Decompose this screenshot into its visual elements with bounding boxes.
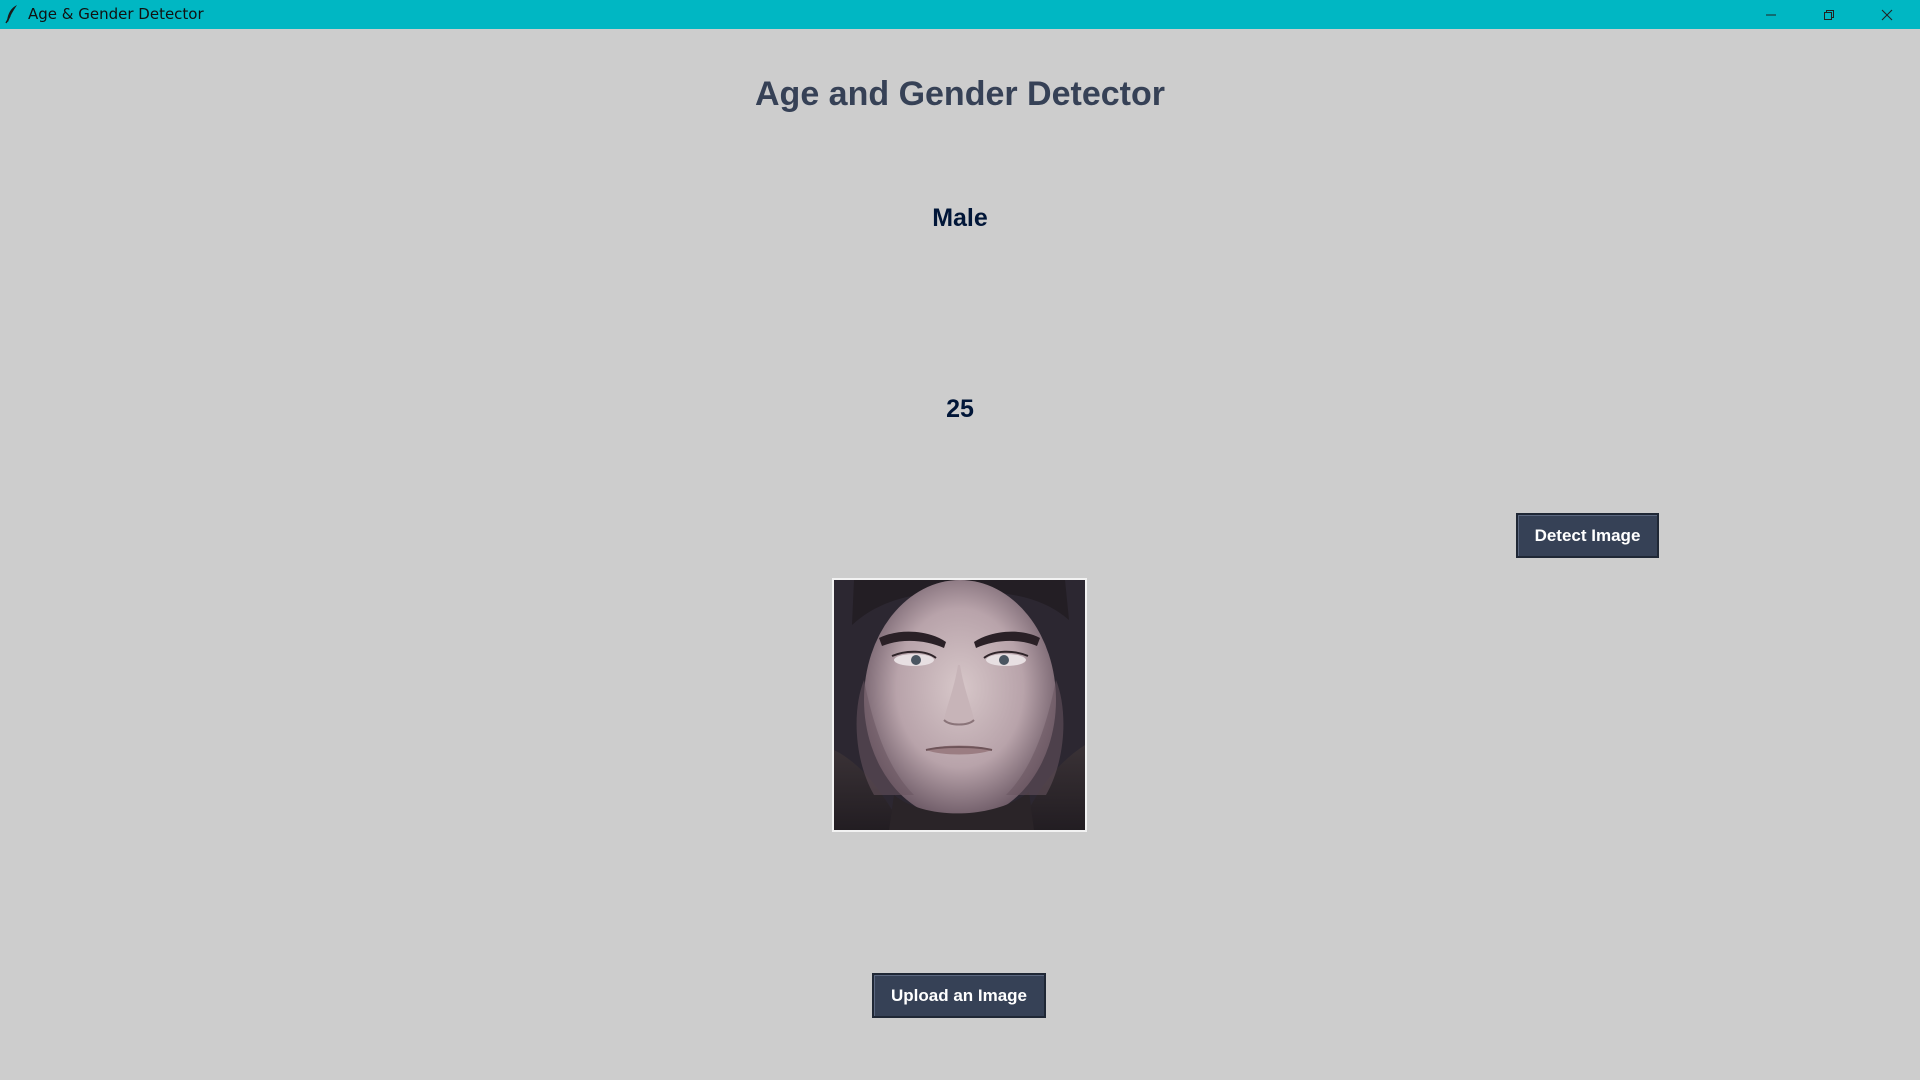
- close-button[interactable]: [1858, 0, 1916, 29]
- face-photo: [832, 578, 1087, 832]
- detect-image-button[interactable]: Detect Image: [1516, 513, 1659, 558]
- app-heading: Age and Gender Detector: [755, 75, 1165, 113]
- app-window: Age and Gender Detector Male 25 Detect I…: [0, 29, 1920, 1080]
- minimize-icon: [1765, 9, 1777, 21]
- restore-button[interactable]: [1800, 0, 1858, 29]
- feather-icon: [4, 4, 20, 24]
- window-title: Age & Gender Detector: [28, 5, 204, 23]
- minimize-button[interactable]: [1742, 0, 1800, 29]
- age-result-label: 25: [946, 395, 974, 423]
- upload-image-button[interactable]: Upload an Image: [872, 973, 1046, 1018]
- restore-icon: [1823, 9, 1835, 21]
- title-bar[interactable]: Age & Gender Detector: [0, 0, 1920, 29]
- gender-result-label: Male: [932, 204, 988, 232]
- close-icon: [1881, 9, 1893, 21]
